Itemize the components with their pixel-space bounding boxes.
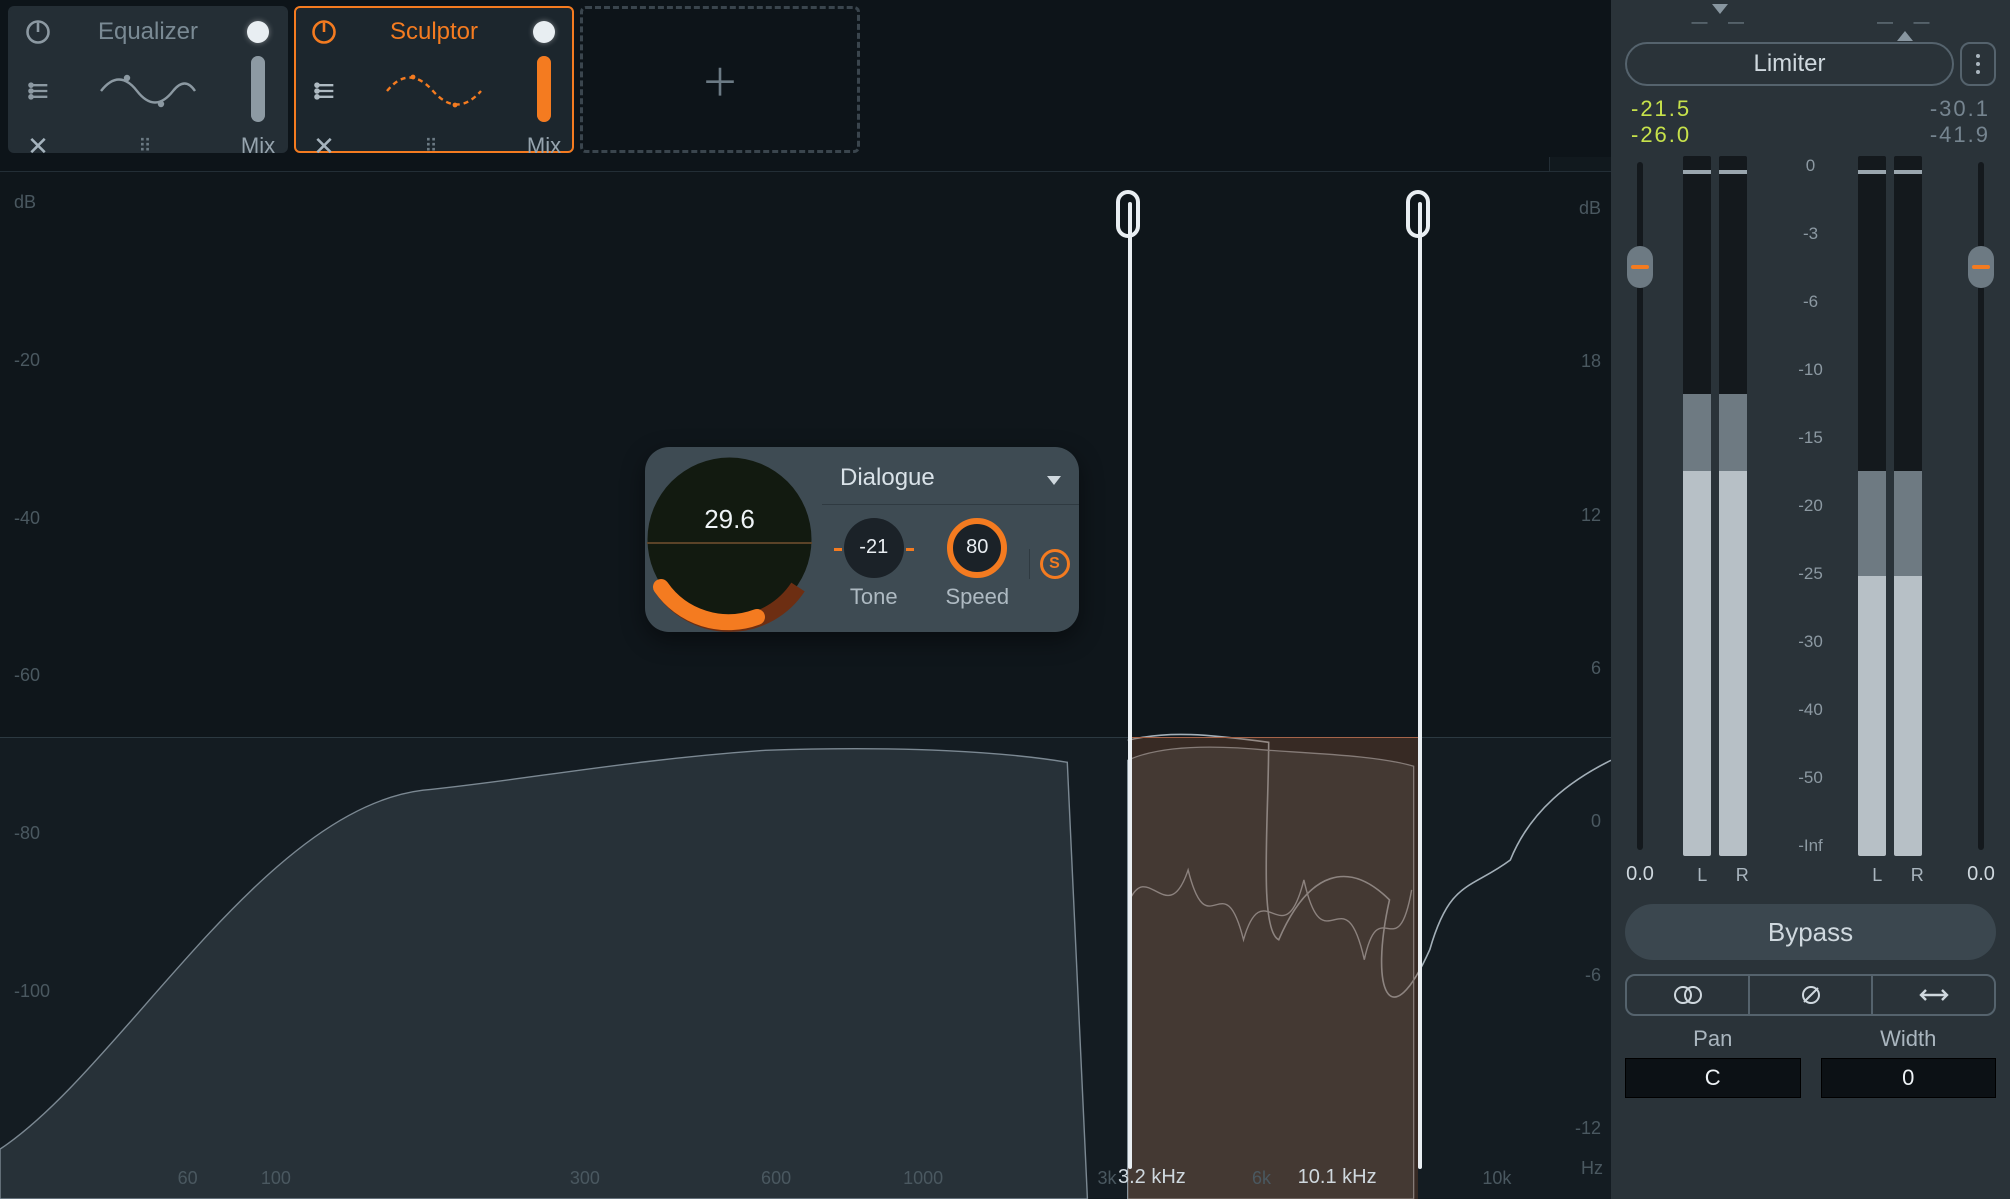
- module-card-equalizer[interactable]: Equalizer ✕ ⠿ Mix: [8, 6, 288, 153]
- meter-bar-r: [1719, 156, 1747, 856]
- band-handle-high[interactable]: [1406, 190, 1430, 238]
- spectrum-trace: [0, 172, 1611, 1199]
- db-scale-right: dB 18 12 6 0 -6 -12: [1551, 198, 1601, 1139]
- solo-button[interactable]: S: [1040, 549, 1070, 579]
- module-strip: Equalizer ✕ ⠿ Mix Sculptor ✕ ⠿ Mix: [0, 0, 1611, 157]
- module-curve-icon: [352, 56, 516, 126]
- module-led[interactable]: [230, 8, 286, 56]
- add-module-button[interactable]: ＋: [580, 6, 860, 153]
- module-title: Equalizer: [66, 8, 230, 56]
- module-led[interactable]: [516, 8, 572, 56]
- spectrum-canvas[interactable]: 3.2 kHz 10.1 kHz dB -20 -40 -60 -80 -100…: [0, 171, 1611, 1199]
- input-meter: LR: [1683, 156, 1763, 856]
- band-cursor-high[interactable]: [1418, 202, 1422, 1169]
- level-readouts: -21.5 -26.0 -30.1 -41.9: [1625, 96, 1996, 148]
- meter-db-ladder: 0 -3 -6 -10 -15 -20 -25 -30 -40 -50 -Inf: [1784, 156, 1838, 856]
- sculptor-popup[interactable]: 29.6 Dialogue -21 Tone 80: [645, 447, 1079, 632]
- sidebar: — — — — Limiter -21.5 -26.0 -30.1 -41.9 …: [1611, 0, 2010, 1199]
- tone-label: Tone: [850, 584, 898, 610]
- swap-channels-icon[interactable]: [1871, 976, 1994, 1014]
- chevron-down-icon: [1047, 464, 1061, 492]
- preset-label: Dialogue: [840, 464, 935, 492]
- channel-mode-buttons: [1625, 974, 1996, 1016]
- output-meter: LR: [1858, 156, 1938, 856]
- tone-knob[interactable]: -21: [844, 518, 904, 578]
- out-rms: -41.9: [1930, 122, 1990, 148]
- kebab-menu-icon[interactable]: [1960, 42, 1996, 86]
- stereo-link-icon[interactable]: [1627, 976, 1748, 1014]
- sidebar-collapse-arrows[interactable]: — — — —: [1625, 10, 1996, 36]
- speed-knob[interactable]: 80: [947, 518, 1007, 578]
- meter-bar-l: [1858, 156, 1886, 856]
- power-icon[interactable]: [10, 8, 66, 56]
- band-handle-low[interactable]: [1116, 190, 1140, 238]
- mix-slider[interactable]: [230, 56, 286, 126]
- db-scale-left: dB -20 -40 -60 -80 -100: [14, 192, 74, 1139]
- module-curve-icon: [66, 56, 230, 126]
- gain-readout: 29.6: [637, 447, 822, 535]
- presets-icon[interactable]: [296, 56, 352, 126]
- db-unit: dB: [14, 192, 74, 213]
- mix-slider[interactable]: [516, 56, 572, 126]
- phase-invert-icon[interactable]: [1748, 976, 1871, 1014]
- gain-ring[interactable]: 29.6: [637, 447, 822, 632]
- input-threshold-slider[interactable]: 0.0: [1631, 156, 1649, 856]
- slider-value: 0.0: [1967, 863, 1995, 886]
- meter-bar-l: [1683, 156, 1711, 856]
- band-cursor-low[interactable]: [1128, 202, 1132, 1169]
- limiter-header-button[interactable]: Limiter: [1625, 42, 1954, 86]
- width-value[interactable]: 0: [1821, 1058, 1997, 1098]
- spectrum-area[interactable]: 3.2 kHz 10.1 kHz dB -20 -40 -60 -80 -100…: [0, 157, 1611, 1199]
- preset-select[interactable]: Dialogue: [822, 451, 1079, 505]
- pan-value[interactable]: C: [1625, 1058, 1801, 1098]
- in-peak: -21.5: [1631, 96, 1691, 122]
- module-title: Sculptor: [352, 8, 516, 56]
- power-icon[interactable]: [296, 8, 352, 56]
- out-peak: -30.1: [1930, 96, 1990, 122]
- output-ceiling-slider[interactable]: 0.0: [1972, 156, 1990, 856]
- bypass-button[interactable]: Bypass: [1625, 904, 1996, 960]
- hz-scale: 60 100 300 600 1000 3k 6k 10k Hz: [70, 1165, 1541, 1189]
- slider-value: 0.0: [1626, 863, 1654, 886]
- in-rms: -26.0: [1631, 122, 1691, 148]
- meter-bar-r: [1894, 156, 1922, 856]
- width-label: Width: [1880, 1026, 1936, 1052]
- presets-icon[interactable]: [10, 56, 66, 126]
- pan-label: Pan: [1693, 1026, 1732, 1052]
- speed-label: Speed: [945, 584, 1009, 610]
- hz-unit: Hz: [1581, 1158, 1603, 1179]
- meter-area: 0.0 0.0 LR: [1625, 156, 1996, 896]
- module-card-sculptor[interactable]: Sculptor ✕ ⠿ Mix: [294, 6, 574, 153]
- db-unit: dB: [1551, 198, 1601, 219]
